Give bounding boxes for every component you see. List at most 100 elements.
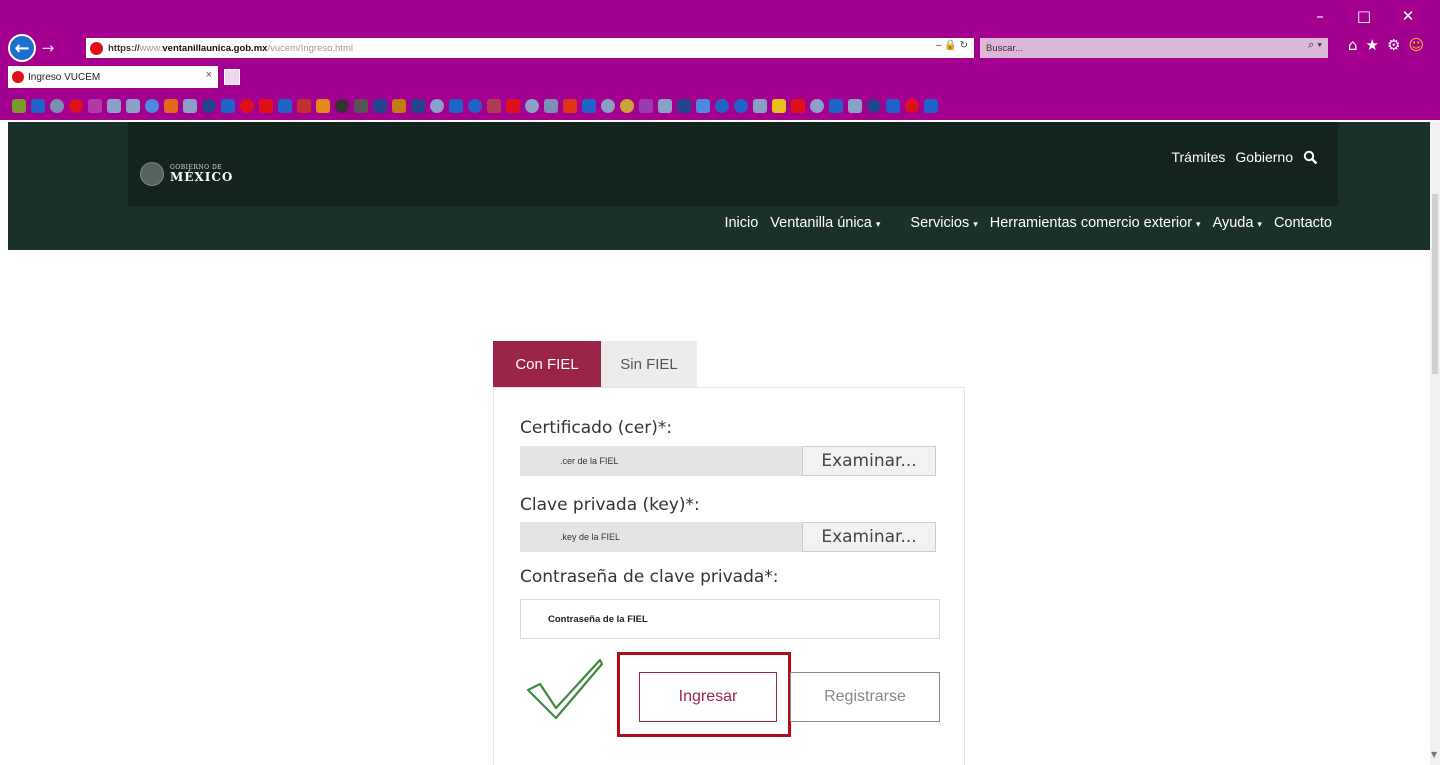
favorite-bookmark-icon[interactable] (563, 99, 577, 113)
mexico-seal-icon (140, 162, 164, 186)
browser-tab-ingreso[interactable]: Ingreso VUCEM × (8, 66, 218, 88)
favorite-bookmark-icon[interactable] (430, 99, 444, 113)
key-file-value[interactable]: .key de la FIEL (520, 522, 802, 552)
forward-arrow-icon[interactable]: → (36, 39, 60, 57)
favorite-bookmark-icon[interactable] (468, 99, 482, 113)
browser-search-input[interactable]: Buscar... ⌕ ▾ (980, 38, 1328, 58)
favorites-star-icon[interactable]: ★ (1366, 36, 1379, 54)
registrarse-button[interactable]: Registrarse (790, 672, 940, 722)
logo-big-text: MÉXICO (170, 170, 234, 184)
favorite-bookmark-icon[interactable] (411, 99, 425, 113)
back-arrow-icon[interactable]: ← (8, 34, 36, 62)
nav-herramientas[interactable]: Herramientas comercio exterior ▾ (984, 215, 1207, 231)
favorite-bookmark-icon[interactable] (677, 99, 691, 113)
scroll-thumb[interactable] (1432, 194, 1438, 374)
tab-close-icon[interactable]: × (206, 69, 212, 81)
password-field[interactable]: Contraseña de la FIEL (520, 599, 940, 639)
login-panel: Certificado (cer)*: .cer de la FIEL Exam… (493, 387, 965, 765)
favorite-bookmark-icon[interactable] (810, 99, 824, 113)
cert-file-value[interactable]: .cer de la FIEL (520, 446, 802, 476)
favorite-bookmark-icon[interactable] (506, 99, 520, 113)
favorite-bookmark-icon[interactable] (107, 99, 121, 113)
favorite-bookmark-icon[interactable] (582, 99, 596, 113)
favorite-bookmark-icon[interactable] (696, 99, 710, 113)
favorite-bookmark-icon[interactable] (734, 99, 748, 113)
favorite-bookmark-icon[interactable] (202, 99, 216, 113)
favorite-bookmark-icon[interactable] (297, 99, 311, 113)
nav-ventanilla-unica[interactable]: Ventanilla única ▾ (764, 215, 886, 231)
link-tramites[interactable]: Trámites (1171, 149, 1225, 165)
favorite-bookmark-icon[interactable] (753, 99, 767, 113)
cert-file-input[interactable]: .cer de la FIEL Examinar... (520, 446, 936, 476)
url-path: /vucem/Ingreso.html (267, 42, 353, 54)
favorite-bookmark-icon[interactable] (373, 99, 387, 113)
favorite-bookmark-icon[interactable] (31, 99, 45, 113)
favorite-bookmark-icon[interactable] (69, 99, 83, 113)
page-scrollbar[interactable]: ▼ (1430, 122, 1440, 765)
gobierno-mexico-logo[interactable]: GOBIERNO DE MÉXICO (140, 162, 233, 186)
favorite-bookmark-icon[interactable] (848, 99, 862, 113)
nav-servicios[interactable]: Servicios ▾ (904, 215, 983, 231)
favorite-bookmark-icon[interactable] (639, 99, 653, 113)
favorite-bookmark-icon[interactable] (791, 99, 805, 113)
favorite-bookmark-icon[interactable] (335, 99, 349, 113)
favorite-bookmark-icon[interactable] (240, 99, 254, 113)
favorite-bookmark-icon[interactable] (278, 99, 292, 113)
favorite-bookmark-icon[interactable] (525, 99, 539, 113)
favorite-bookmark-icon[interactable] (601, 99, 615, 113)
favorite-bookmark-icon[interactable] (221, 99, 235, 113)
favorite-bookmark-icon[interactable] (316, 99, 330, 113)
favorite-bookmark-icon[interactable] (88, 99, 102, 113)
favorite-bookmark-icon[interactable] (924, 99, 938, 113)
nav-ayuda[interactable]: Ayuda ▾ (1207, 215, 1268, 231)
tab-sin-fiel[interactable]: Sin FIEL (601, 341, 697, 387)
maximize-button[interactable]: □ (1342, 4, 1386, 28)
home-icon[interactable]: ⌂ (1348, 36, 1358, 54)
favorite-bookmark-icon[interactable] (658, 99, 672, 113)
browser-chrome: – □ ✕ ← → https:// www. ventanillaunica.… (0, 0, 1440, 120)
favorite-bookmark-icon[interactable] (50, 99, 64, 113)
browser-tabs: Ingreso VUCEM × (8, 66, 240, 88)
close-window-button[interactable]: ✕ (1386, 4, 1430, 28)
settings-gear-icon[interactable]: ⚙ (1387, 36, 1400, 54)
favorites-bar (12, 95, 938, 117)
search-icon[interactable] (1303, 150, 1318, 165)
favorite-bookmark-icon[interactable] (183, 99, 197, 113)
key-file-input[interactable]: .key de la FIEL Examinar... (520, 522, 936, 552)
favorite-bookmark-icon[interactable] (867, 99, 881, 113)
address-bar[interactable]: https:// www. ventanillaunica.gob.mx /vu… (86, 38, 974, 58)
favorite-bookmark-icon[interactable] (449, 99, 463, 113)
key-browse-button[interactable]: Examinar... (802, 522, 936, 552)
nav-inicio[interactable]: Inicio (718, 215, 764, 231)
favorite-bookmark-icon[interactable] (715, 99, 729, 113)
key-label: Clave privada (key)*: (520, 495, 700, 515)
main-navigation: Inicio Ventanilla única ▾ Servicios ▾ Herr… (718, 215, 1338, 231)
favorite-bookmark-icon[interactable] (905, 99, 919, 113)
favorite-bookmark-icon[interactable] (392, 99, 406, 113)
feedback-smiley-icon[interactable]: ☺ (1408, 36, 1424, 54)
address-tools-icon[interactable]: – 🔒 ↻ (936, 40, 968, 51)
scroll-down-arrow-icon[interactable]: ▼ (1431, 750, 1437, 759)
favorite-bookmark-icon[interactable] (259, 99, 273, 113)
favorite-bookmark-icon[interactable] (126, 99, 140, 113)
favorite-bookmark-icon[interactable] (354, 99, 368, 113)
tab-con-fiel[interactable]: Con FIEL (493, 341, 601, 387)
favorite-bookmark-icon[interactable] (12, 99, 26, 113)
link-gobierno[interactable]: Gobierno (1235, 149, 1293, 165)
favorite-bookmark-icon[interactable] (620, 99, 634, 113)
favorite-bookmark-icon[interactable] (487, 99, 501, 113)
cert-browse-button[interactable]: Examinar... (802, 446, 936, 476)
favorite-bookmark-icon[interactable] (544, 99, 558, 113)
site-favicon-icon (90, 41, 103, 55)
ingresar-button[interactable]: Ingresar (639, 672, 777, 722)
favorite-bookmark-icon[interactable] (164, 99, 178, 113)
minimize-button[interactable]: – (1298, 4, 1342, 28)
search-icon[interactable]: ⌕ ▾ (1308, 39, 1322, 52)
favorite-bookmark-icon[interactable] (886, 99, 900, 113)
nav-contacto[interactable]: Contacto (1268, 215, 1338, 231)
favorite-bookmark-icon[interactable] (145, 99, 159, 113)
favorite-bookmark-icon[interactable] (829, 99, 843, 113)
new-tab-icon[interactable] (224, 69, 240, 85)
favorite-bookmark-icon[interactable] (772, 99, 786, 113)
url-prefix: www. (139, 42, 163, 54)
